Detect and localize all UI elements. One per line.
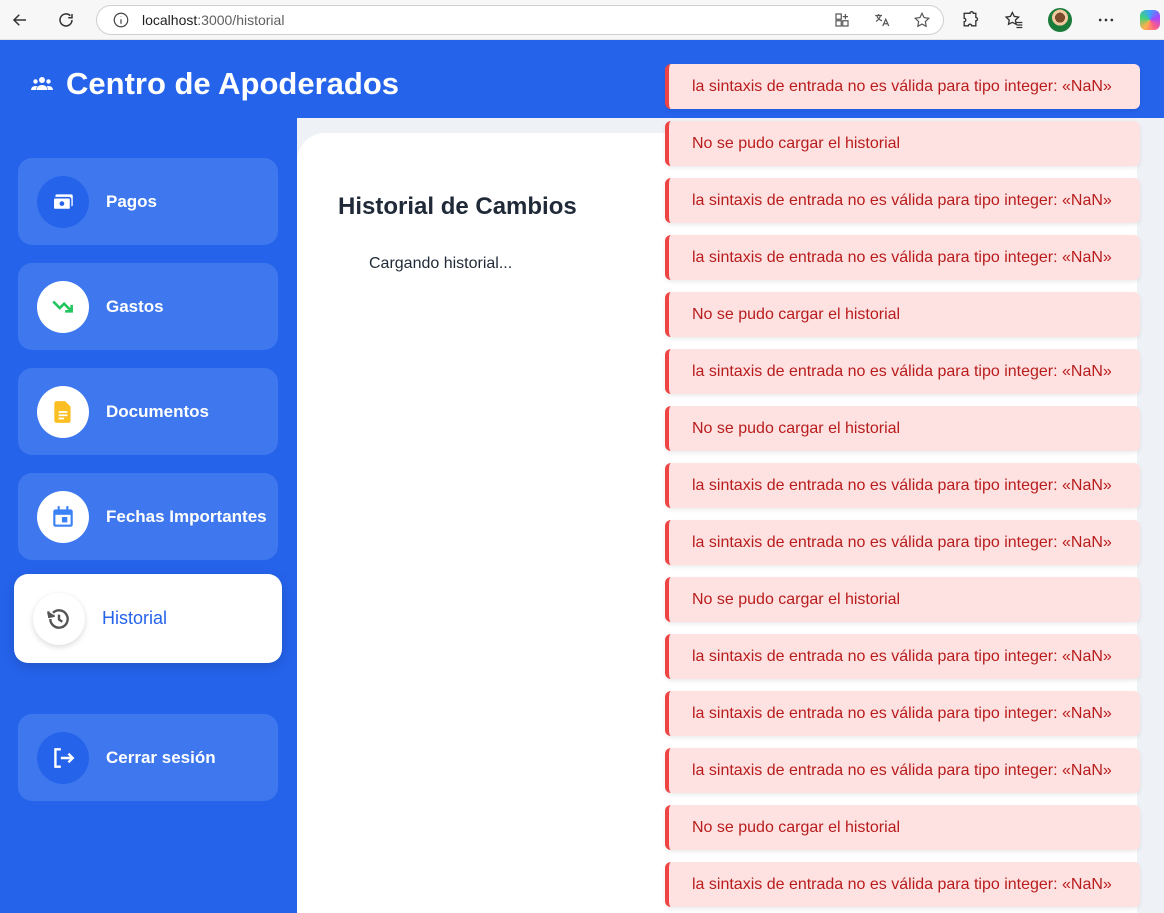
document-icon xyxy=(37,385,89,438)
sidebar-item-fechas-importantes[interactable]: Fechas Importantes xyxy=(18,473,278,560)
sidebar-item-historial[interactable]: Historial xyxy=(14,574,282,663)
error-toast[interactable]: No se pudo cargar el historial xyxy=(665,121,1140,166)
sidebar-item-label: Fechas Importantes xyxy=(106,506,267,526)
extensions-icon[interactable] xyxy=(960,10,980,30)
error-toast[interactable]: la sintaxis de entrada no es válida para… xyxy=(665,691,1140,736)
history-icon xyxy=(33,592,85,645)
error-toast[interactable]: la sintaxis de entrada no es válida para… xyxy=(665,349,1140,394)
sidebar-item-label: Pagos xyxy=(106,191,158,211)
sidebar-item-cerrar-sesion[interactable]: Cerrar sesión xyxy=(18,714,278,801)
address-bar[interactable]: localhost:3000/historial xyxy=(96,5,944,35)
error-toast[interactable]: la sintaxis de entrada no es válida para… xyxy=(665,520,1140,565)
more-options-icon[interactable] xyxy=(1096,10,1116,30)
error-toast[interactable]: la sintaxis de entrada no es válida para… xyxy=(665,634,1140,679)
app-title-text: Centro de Apoderados xyxy=(66,66,399,101)
url-text: localhost:3000/historial xyxy=(142,12,285,28)
sidebar-item-label: Historial xyxy=(102,608,168,628)
sidebar-item-documentos[interactable]: Documentos xyxy=(18,368,278,455)
sidebar-item-label: Cerrar sesión xyxy=(106,747,216,767)
error-toast[interactable]: No se pudo cargar el historial xyxy=(665,805,1140,850)
copilot-icon[interactable] xyxy=(1140,10,1160,30)
favorite-star-icon[interactable] xyxy=(913,11,931,29)
page-title: Historial de Cambios xyxy=(338,193,577,220)
sidebar-item-gastos[interactable]: Gastos xyxy=(18,263,278,350)
trending-down-icon xyxy=(37,280,89,333)
sidebar-item-label: Documentos xyxy=(106,401,209,421)
error-toast[interactable]: No se pudo cargar el historial xyxy=(665,577,1140,622)
group-icon xyxy=(31,77,53,90)
loading-text: Cargando historial... xyxy=(369,255,513,272)
info-icon[interactable] xyxy=(112,11,130,29)
error-toast[interactable]: la sintaxis de entrada no es válida para… xyxy=(665,862,1140,907)
cash-icon xyxy=(37,175,89,228)
error-toast[interactable]: la sintaxis de entrada no es válida para… xyxy=(665,748,1140,793)
app-available-icon[interactable] xyxy=(833,11,851,29)
favorites-icon[interactable] xyxy=(1004,10,1024,30)
browser-toolbar: localhost:3000/historial xyxy=(0,0,1164,40)
calendar-icon xyxy=(37,490,89,543)
back-icon[interactable] xyxy=(0,0,40,40)
sidebar-item-label: Gastos xyxy=(106,296,164,316)
error-toast[interactable]: No se pudo cargar el historial xyxy=(665,292,1140,337)
error-toast[interactable]: la sintaxis de entrada no es válida para… xyxy=(665,64,1140,109)
app-title: Centro de Apoderados xyxy=(30,66,399,102)
error-toast[interactable]: No se pudo cargar el historial xyxy=(665,406,1140,451)
logout-icon xyxy=(37,731,89,784)
error-toast[interactable]: la sintaxis de entrada no es válida para… xyxy=(665,235,1140,280)
refresh-icon[interactable] xyxy=(46,0,86,40)
error-toast[interactable]: la sintaxis de entrada no es válida para… xyxy=(665,463,1140,508)
error-toast[interactable]: la sintaxis de entrada no es válida para… xyxy=(665,178,1140,223)
translate-icon[interactable] xyxy=(873,11,891,29)
profile-avatar[interactable] xyxy=(1048,8,1072,32)
sidebar-item-pagos[interactable]: Pagos xyxy=(18,158,278,245)
